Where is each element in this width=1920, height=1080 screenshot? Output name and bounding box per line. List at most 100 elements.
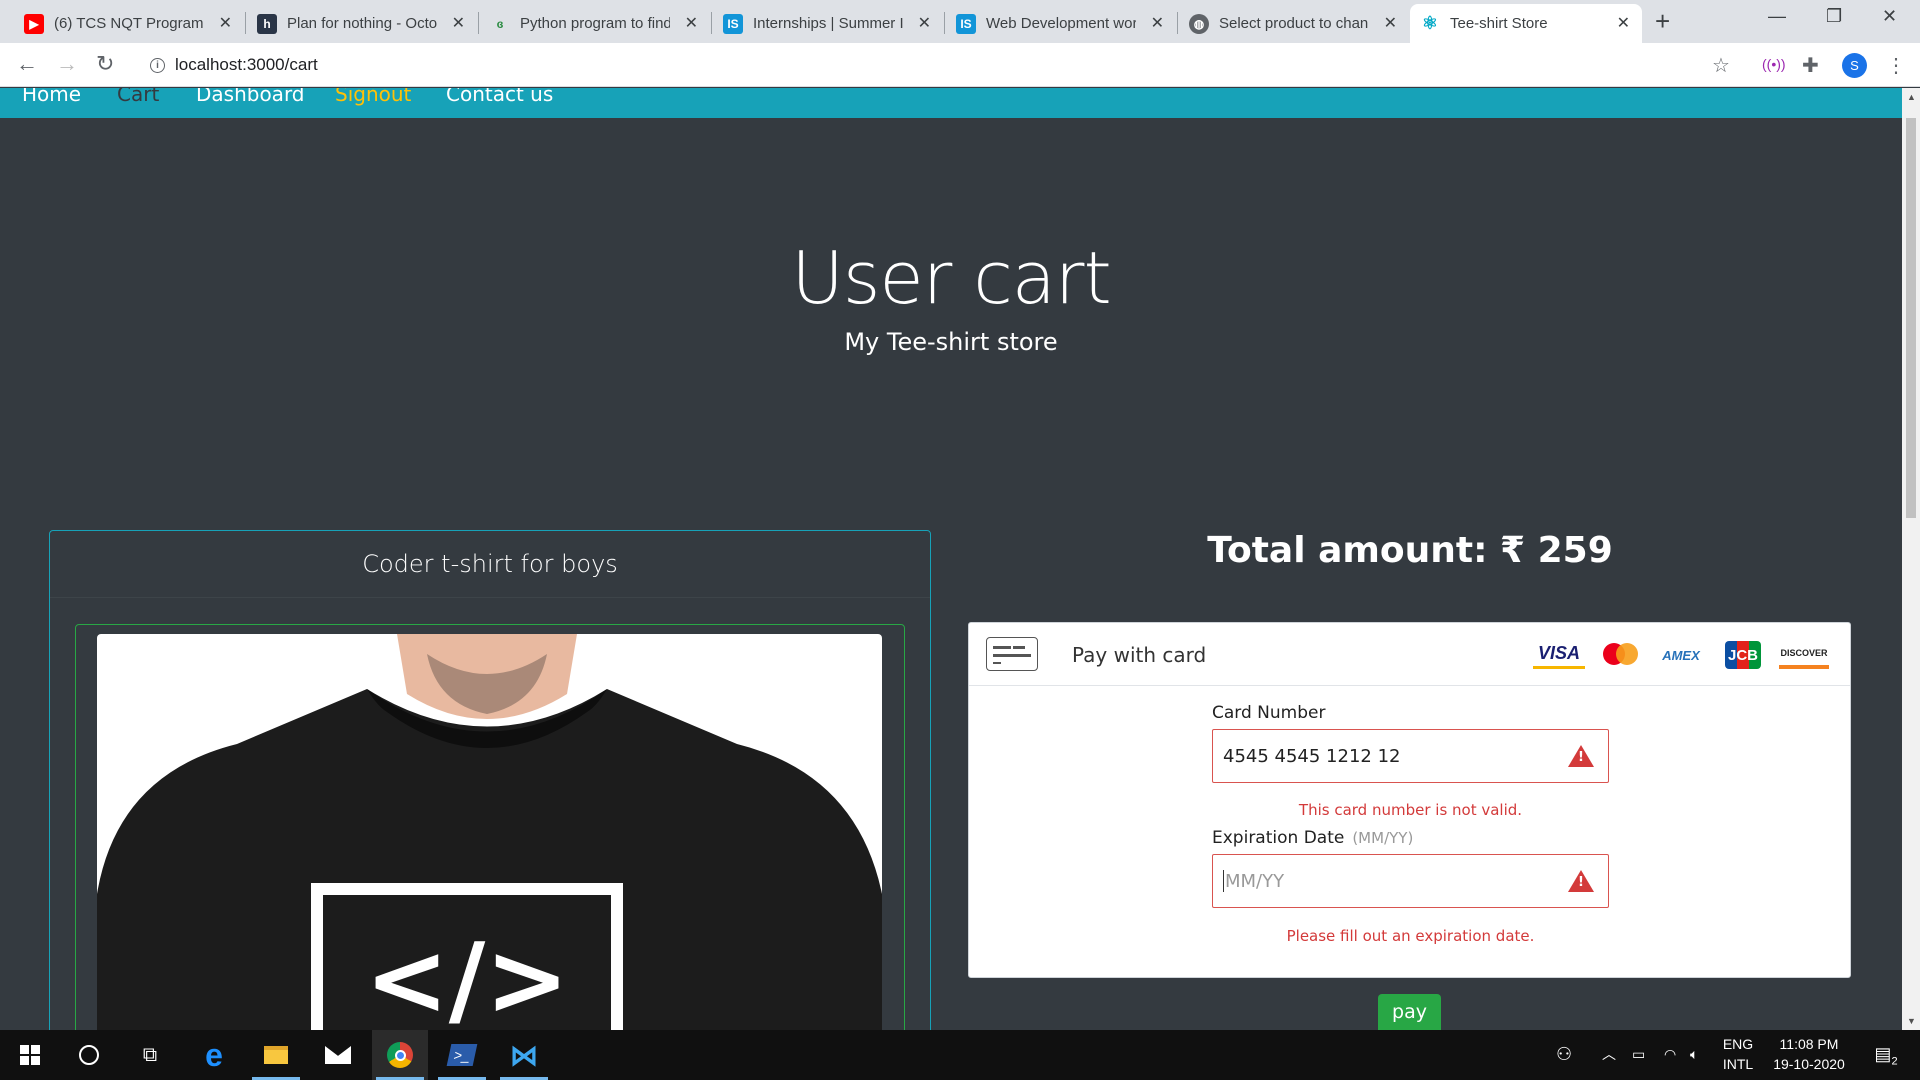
window-close-icon[interactable]: ✕ [1882,6,1897,27]
product-card: Coder t-shirt for boys </> [49,530,931,1050]
browser-tab[interactable]: ɞ Python program to find ✕ [480,4,710,43]
info-icon[interactable]: i [150,57,165,73]
nav-dashboard[interactable]: Dashboard [196,88,305,106]
close-icon[interactable]: ✕ [452,13,465,33]
people-icon[interactable]: ⚇ [1556,1044,1572,1064]
internshala-icon: IS [723,13,743,34]
lang-text: ENG [1722,1036,1754,1052]
internshala-icon: IS [956,13,976,34]
expiry-placeholder: MM/YY [1225,870,1285,892]
search-button[interactable] [61,1030,117,1080]
page-title: User cart [791,236,1112,320]
warning-icon: ! [1568,745,1594,767]
text-caret [1223,870,1224,892]
warning-icon: ! [1568,870,1594,892]
close-icon[interactable]: ✕ [1617,13,1630,33]
browser-tab[interactable]: IS Internships | Summer In ✕ [713,4,943,43]
tshirt-print-text: </> [365,921,569,1038]
site-navbar: Home Cart Dashboard Signout Contact us [0,88,1902,118]
close-icon[interactable]: ✕ [685,13,698,33]
chrome-icon[interactable] [372,1030,428,1080]
browser-tab[interactable]: ▶ (6) TCS NQT Programm ✕ [14,4,244,43]
pay-button[interactable]: pay [1378,994,1441,1030]
language-indicator[interactable]: ENG INTL [1718,1034,1758,1074]
bookmark-star-icon[interactable]: ☆ [1712,53,1730,78]
nav-cart[interactable]: Cart [117,88,159,106]
extensions-puzzle-icon[interactable]: ✚ [1802,53,1819,78]
browser-tab-active[interactable]: ⚛ Tee-shirt Store ✕ [1410,4,1642,43]
back-icon[interactable]: ← [16,51,38,77]
nav-contact[interactable]: Contact us [446,88,553,106]
tab-title: Web Development wor [986,15,1136,32]
total-amount: Total amount: ₹ 259 [1207,530,1613,571]
gfg-icon: ɞ [496,16,504,31]
url-text: localhost:3000/cart [175,55,318,74]
tab-separator [944,12,945,34]
nav-home[interactable]: Home [22,88,81,106]
stripe-payment-box: Pay with card VISA AMEX JCB DISCOVER Car… [968,622,1851,978]
product-image: </> [97,634,882,1043]
close-icon[interactable]: ✕ [1384,13,1397,33]
expiry-input[interactable]: MM/YY ! [1212,854,1609,908]
clock[interactable]: 11:08 PM 19-10-2020 [1766,1034,1852,1074]
extension-cast-icon[interactable]: ((•)) [1762,56,1786,72]
task-view-icon[interactable]: ⧉ [122,1030,178,1080]
tab-title: Select product to chan [1219,15,1369,32]
tab-title: Python program to find [520,15,670,32]
minimize-icon[interactable]: — [1768,6,1786,27]
powershell-shape: >_ [446,1044,478,1066]
layout-text: INTL [1722,1056,1754,1072]
browser-tab[interactable]: h Plan for nothing - Octo ✕ [247,4,477,43]
file-explorer-icon[interactable] [248,1030,304,1080]
discover-icon: DISCOVER [1779,641,1829,669]
forward-icon[interactable]: → [56,51,78,77]
close-icon[interactable]: ✕ [1151,13,1164,33]
restore-icon[interactable]: ❐ [1826,6,1842,27]
notification-count: 2 [1891,1055,1898,1068]
browser-toolbar: ← → ↻ i localhost:3000/cart ☆ ((•)) ✚ S … [0,43,1920,87]
card-number-value: 4545 4545 1212 12 [1223,745,1401,767]
payment-header: Pay with card VISA AMEX JCB DISCOVER [969,623,1850,686]
mail-icon[interactable] [310,1030,366,1080]
edge-icon[interactable]: e [186,1030,242,1080]
date-text: 19-10-2020 [1773,1056,1845,1072]
tab-title: Plan for nothing - Octo [287,15,437,32]
hashnode-icon: h [257,13,277,34]
card-number-label: Card Number [1212,703,1326,723]
scroll-thumb[interactable] [1906,118,1916,518]
vscode-icon[interactable]: ⋈ [496,1030,552,1080]
scroll-down-icon[interactable]: ▼ [1907,1016,1916,1026]
pay-with-card-label: Pay with card [1072,643,1207,667]
credit-card-icon [986,637,1038,671]
address-bar[interactable]: i localhost:3000/cart [138,49,1718,81]
page-scrollbar[interactable]: ▲ ▼ [1902,88,1920,1030]
youtube-icon: ▶ [24,13,44,34]
browser-tab[interactable]: IS Web Development wor ✕ [946,4,1176,43]
windows-logo-icon [20,1045,40,1065]
powershell-icon[interactable]: >_ [434,1030,490,1080]
globe-icon: ◍ [1189,13,1209,34]
tab-separator [711,12,712,34]
expiry-hint: (MM/YY) [1352,829,1414,847]
close-icon[interactable]: ✕ [219,13,232,33]
card-number-input[interactable]: 4545 4545 1212 12 ! [1212,729,1609,783]
card-number-error: This card number is not valid. [1298,801,1523,819]
browser-tab[interactable]: ◍ Select product to chan ✕ [1179,4,1409,43]
time-text: 11:08 PM [1779,1036,1839,1052]
start-button[interactable] [2,1030,58,1080]
battery-icon[interactable]: ▭ [1632,1044,1645,1064]
action-center-icon[interactable]: ▤2 [1866,1044,1906,1072]
wifi-icon[interactable]: ◠ [1664,1044,1676,1064]
scroll-up-icon[interactable]: ▲ [1907,92,1916,102]
reload-icon[interactable]: ↻ [96,51,114,77]
close-icon[interactable]: ✕ [918,13,931,33]
expiry-label: Expiration Date (MM/YY) [1212,828,1413,848]
profile-avatar[interactable]: S [1842,53,1867,78]
visa-icon: VISA [1533,641,1585,669]
tray-chevron-icon[interactable]: ︿ [1602,1044,1616,1064]
new-tab-icon[interactable]: + [1655,6,1670,37]
mastercard-icon [1601,641,1641,669]
menu-dots-icon[interactable]: ⋮ [1886,53,1906,78]
volume-icon[interactable]: 🔈︎ [1690,1044,1698,1064]
nav-signout[interactable]: Signout [335,88,411,106]
